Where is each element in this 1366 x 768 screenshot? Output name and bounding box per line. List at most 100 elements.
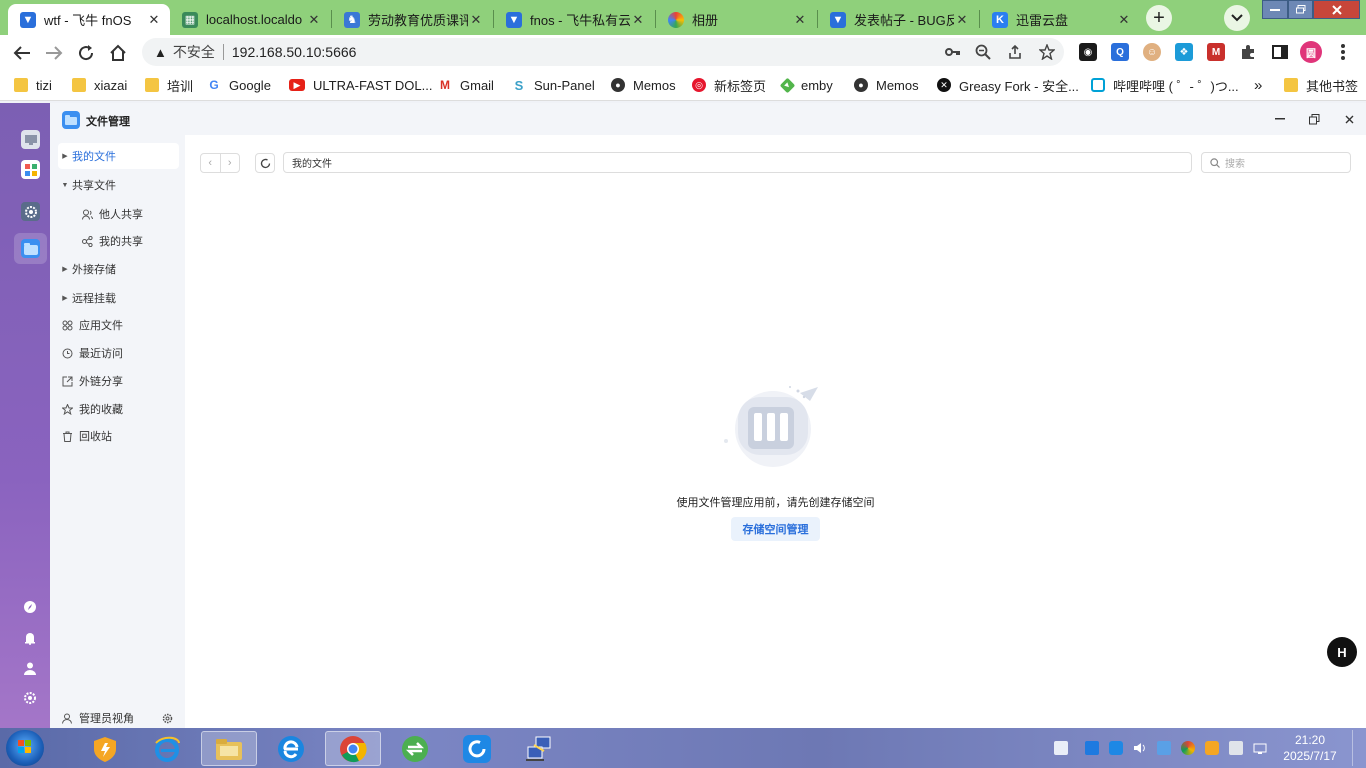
tab-fnos-cloud[interactable]: ▼ fnos - 飞牛私有云 ✕ <box>494 4 654 35</box>
show-desktop-button[interactable] <box>1352 730 1364 766</box>
share-page-icon[interactable] <box>1006 43 1024 61</box>
sidebar-item-my-shares[interactable]: 我的共享 <box>58 228 179 254</box>
close-tab-icon[interactable]: ✕ <box>306 12 322 28</box>
sidebar-item-link-share[interactable]: 外链分享 <box>58 368 179 394</box>
bookmark-star-icon[interactable] <box>1038 43 1056 61</box>
reload-button[interactable] <box>74 41 98 65</box>
side-panel-icon[interactable] <box>1271 43 1289 61</box>
bookmark-item[interactable]: ◎ 新标签页 <box>692 76 766 94</box>
address-bar[interactable]: ▲ 不安全 192.168.50.10:5666 <box>142 38 1064 66</box>
bookmarks-overflow-button[interactable]: » <box>1254 76 1262 94</box>
settings-gear-icon[interactable] <box>21 202 40 221</box>
taskbar-app[interactable] <box>77 731 133 766</box>
close-button[interactable] <box>1342 112 1356 126</box>
taskbar-app[interactable] <box>387 731 443 766</box>
bookmark-item[interactable]: 哔哩哔哩 ( ゜- ゜)つ... <box>1091 76 1239 94</box>
floating-assistant-button[interactable]: H <box>1327 637 1357 667</box>
caret-right-icon[interactable]: ▶ <box>58 265 72 273</box>
taskbar-clock[interactable]: 21:20 2025/7/17 <box>1278 732 1342 764</box>
close-tab-icon[interactable]: ✕ <box>1116 12 1132 28</box>
security-label[interactable]: 不安全 <box>173 42 215 62</box>
window-title-bar[interactable]: 文件管理 <box>50 103 1366 135</box>
back-chevron-icon[interactable]: ‹ <box>201 154 220 172</box>
bookmark-item[interactable]: tizi <box>14 76 52 94</box>
close-tab-icon[interactable]: ✕ <box>146 12 162 28</box>
path-input[interactable]: 我的文件 <box>283 152 1192 173</box>
zoom-icon[interactable] <box>974 43 992 61</box>
extension-icon[interactable]: ☺ <box>1143 43 1161 61</box>
tab-localhost[interactable]: ▦ localhost.localdo ✕ <box>170 4 330 35</box>
sidebar-item-app-files[interactable]: 应用文件 <box>58 312 179 338</box>
bookmark-item[interactable]: 培训 <box>145 76 193 94</box>
file-manager-icon[interactable] <box>21 239 40 258</box>
bookmark-item[interactable]: ● Memos <box>611 76 676 94</box>
close-window-button[interactable] <box>1313 0 1360 19</box>
notification-bell-icon[interactable] <box>23 631 37 645</box>
extension-icon[interactable]: Q <box>1111 43 1129 61</box>
app-center-icon[interactable] <box>21 160 40 179</box>
extension-icon[interactable]: ◉ <box>1079 43 1097 61</box>
close-tab-icon[interactable]: ✕ <box>954 12 970 28</box>
minimize-button[interactable] <box>1273 112 1287 126</box>
search-input[interactable]: 搜索 <box>1201 152 1351 173</box>
tab-bug-post[interactable]: ▼ 发表帖子 - BUG反 ✕ <box>818 4 978 35</box>
start-button[interactable] <box>6 730 44 766</box>
storage-manager-button[interactable]: 存储空间管理 <box>731 517 820 541</box>
network-icon[interactable] <box>1157 741 1171 755</box>
tab-photos[interactable]: 相册 ✕ <box>656 4 816 35</box>
bookmark-item[interactable]: ● Memos <box>854 76 919 94</box>
tray-shield-icon[interactable] <box>1205 741 1219 755</box>
url-text[interactable]: 192.168.50.10:5666 <box>232 44 357 60</box>
other-bookmarks[interactable]: 其他书签 <box>1284 76 1358 94</box>
taskbar-app[interactable] <box>325 731 381 766</box>
extension-icon[interactable]: ❖ <box>1175 43 1193 61</box>
close-tab-icon[interactable]: ✕ <box>792 12 808 28</box>
sidebar-item-external-storage[interactable]: ▶ 外接存储 <box>58 256 179 282</box>
profile-avatar[interactable]: 圆 <box>1300 41 1322 63</box>
maximize-window-button[interactable] <box>1288 0 1313 19</box>
caret-down-icon[interactable]: ▼ <box>58 182 72 189</box>
taskbar-app[interactable] <box>139 731 195 766</box>
tab-search-button[interactable] <box>1224 5 1250 31</box>
bookmark-item[interactable]: M Gmail <box>438 76 494 94</box>
close-tab-icon[interactable]: ✕ <box>468 12 484 28</box>
monitor-icon[interactable] <box>21 130 40 149</box>
taskbar-app[interactable] <box>263 731 319 766</box>
taskbar-app[interactable] <box>511 731 567 766</box>
key-icon[interactable] <box>944 43 962 61</box>
back-button[interactable] <box>10 41 34 65</box>
sidebar-item-remote-mount[interactable]: ▶ 远程挂载 <box>58 285 179 311</box>
forward-button[interactable] <box>42 41 66 65</box>
admin-view-toggle[interactable]: 管理员视角 <box>58 708 179 728</box>
taskbar-app[interactable] <box>201 731 257 766</box>
maximize-button[interactable] <box>1307 112 1321 126</box>
sidebar-item-shared-files[interactable]: ▼ 共享文件 <box>58 172 179 198</box>
tray-display-icon[interactable] <box>1253 741 1267 755</box>
forward-chevron-icon[interactable]: › <box>219 154 240 172</box>
bookmark-item[interactable]: ▸ emby <box>779 76 833 94</box>
tray-clipboard-icon[interactable] <box>1229 741 1243 755</box>
bookmark-item[interactable]: xiazai <box>72 76 127 94</box>
extensions-puzzle-icon[interactable] <box>1239 43 1257 61</box>
home-button[interactable] <box>106 41 130 65</box>
sidebar-item-recycle-bin[interactable]: 回收站 <box>58 423 179 449</box>
caret-right-icon[interactable]: ▶ <box>58 152 72 160</box>
compass-icon[interactable] <box>23 600 37 614</box>
extension-icon[interactable]: M <box>1207 43 1225 61</box>
tab-fnos-active[interactable]: ▼ wtf - 飞牛 fnOS ✕ <box>8 4 170 35</box>
refresh-button[interactable] <box>255 153 275 173</box>
tray-app-icon[interactable] <box>1085 741 1099 755</box>
tray-refresh-icon[interactable] <box>1109 741 1123 755</box>
sidebar-item-favorites[interactable]: 我的收藏 <box>58 396 179 422</box>
tab-thunder[interactable]: K 迅雷云盘 ✕ <box>980 4 1140 35</box>
sidebar-item-recent[interactable]: 最近访问 <box>58 340 179 366</box>
settings-gear-icon[interactable] <box>162 713 173 724</box>
new-tab-button[interactable]: + <box>1146 5 1172 31</box>
tray-checkbox-icon[interactable] <box>1054 741 1068 755</box>
tray-chrome-icon[interactable] <box>1181 741 1195 755</box>
taskbar-app[interactable] <box>449 731 505 766</box>
bookmark-item[interactable]: S Sun-Panel <box>512 76 595 94</box>
bookmark-item[interactable]: ▶ ULTRA-FAST DOL... <box>289 76 432 94</box>
volume-icon[interactable] <box>1133 741 1147 755</box>
power-settings-icon[interactable] <box>23 691 37 705</box>
